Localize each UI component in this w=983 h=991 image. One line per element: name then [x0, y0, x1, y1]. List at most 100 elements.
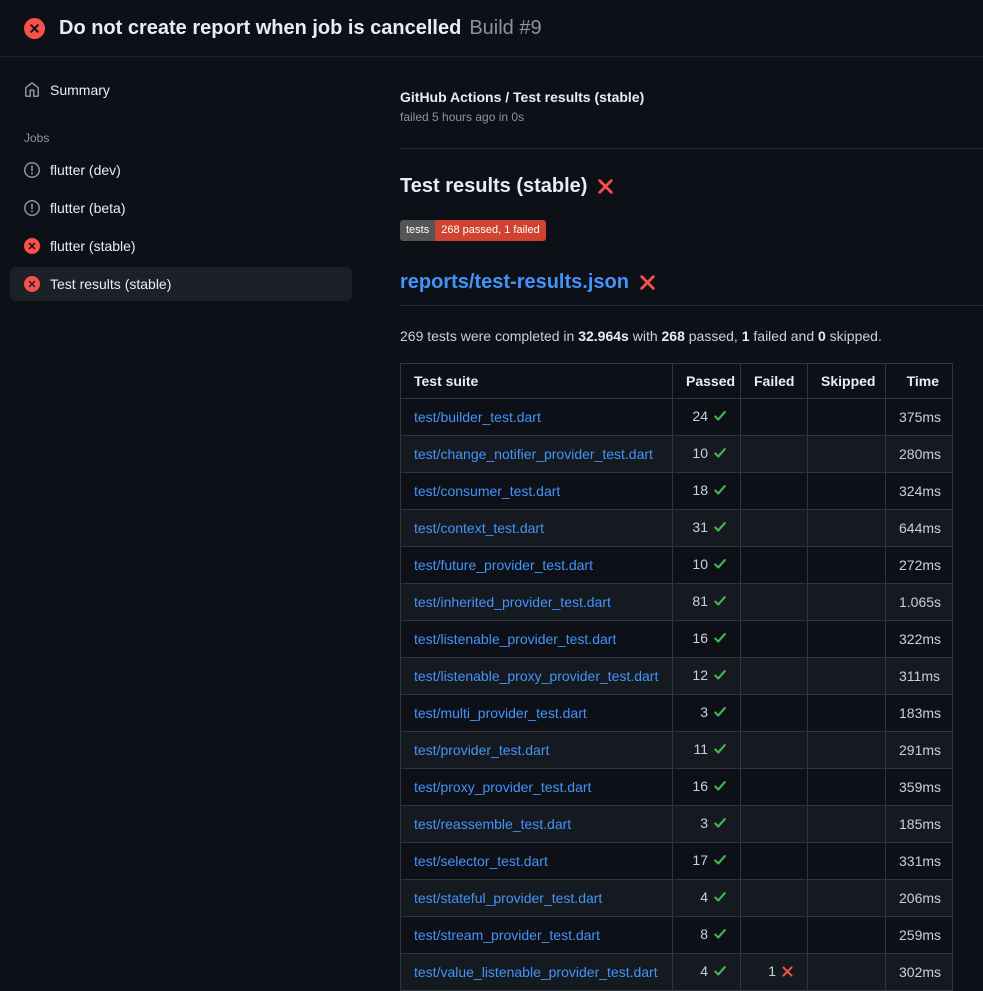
red-x-icon	[639, 274, 656, 291]
x-circle-icon	[24, 276, 40, 292]
suite-cell: test/listenable_proxy_provider_test.dart	[401, 658, 673, 695]
passed-count: 4	[700, 963, 708, 979]
failed-cell	[741, 843, 808, 880]
time-cell: 183ms	[886, 695, 953, 732]
col-skipped: Skipped	[808, 364, 886, 399]
passed-cell: 16	[673, 621, 741, 658]
build-number: Build #9	[469, 17, 541, 39]
passed-cell: 4	[673, 880, 741, 917]
test-suite-link[interactable]: test/reassemble_test.dart	[414, 816, 571, 832]
suite-cell: test/inherited_provider_test.dart	[401, 584, 673, 621]
time-cell: 324ms	[886, 473, 953, 510]
suite-cell: test/listenable_provider_test.dart	[401, 621, 673, 658]
suite-cell: test/consumer_test.dart	[401, 473, 673, 510]
time-cell: 291ms	[886, 732, 953, 769]
passed-cell: 16	[673, 769, 741, 806]
breadcrumb: GitHub Actions / Test results (stable)	[400, 89, 952, 105]
test-suite-link[interactable]: test/value_listenable_provider_test.dart	[414, 964, 658, 980]
test-suite-link[interactable]: test/change_notifier_provider_test.dart	[414, 446, 653, 462]
report-link[interactable]: reports/test-results.json	[400, 271, 629, 294]
skipped-cell	[808, 806, 886, 843]
summary-passed-count: 268	[662, 328, 685, 344]
table-row: test/provider_test.dart 11 291ms	[401, 732, 953, 769]
failed-cell	[741, 621, 808, 658]
skipped-cell	[808, 843, 886, 880]
section-title-text: Test results (stable)	[400, 175, 587, 198]
failed-cell	[741, 510, 808, 547]
test-suite-link[interactable]: test/provider_test.dart	[414, 742, 549, 758]
check-icon	[713, 742, 727, 760]
section-title: Test results (stable)	[400, 175, 952, 198]
passed-cell: 12	[673, 658, 741, 695]
skipped-cell	[808, 510, 886, 547]
passed-count: 24	[692, 408, 708, 424]
test-suite-link[interactable]: test/inherited_provider_test.dart	[414, 594, 611, 610]
sidebar-item-flutter-beta[interactable]: flutter (beta)	[10, 191, 352, 225]
failed-cell	[741, 806, 808, 843]
skipped-cell	[808, 658, 886, 695]
suite-cell: test/stateful_provider_test.dart	[401, 880, 673, 917]
sidebar-item-flutter-dev[interactable]: flutter (dev)	[10, 153, 352, 187]
skipped-cell	[808, 954, 886, 991]
test-suite-link[interactable]: test/consumer_test.dart	[414, 483, 560, 499]
x-circle-icon	[24, 18, 45, 39]
badge-value: 268 passed, 1 failed	[435, 220, 545, 241]
failed-cell	[741, 399, 808, 436]
sidebar-item-test-results-stable[interactable]: Test results (stable)	[10, 267, 352, 301]
summary-sentence: 269 tests were completed in 32.964s with…	[400, 326, 952, 346]
suite-cell: test/value_listenable_provider_test.dart	[401, 954, 673, 991]
sidebar-item-summary[interactable]: Summary	[10, 73, 352, 107]
table-row: test/reassemble_test.dart3185ms	[401, 806, 953, 843]
passed-count: 11	[693, 741, 708, 757]
skipped-cell	[808, 547, 886, 584]
skipped-cell	[808, 621, 886, 658]
jobs-list: flutter (dev) flutter (beta) flutter (stab…	[10, 153, 390, 301]
passed-cell: 24	[673, 399, 741, 436]
passed-cell: 11	[673, 732, 741, 769]
table-row: test/proxy_provider_test.dart 16 359ms	[401, 769, 953, 806]
time-cell: 302ms	[886, 954, 953, 991]
check-icon	[713, 594, 727, 612]
test-suite-link[interactable]: test/listenable_proxy_provider_test.dart	[414, 668, 658, 684]
check-icon	[713, 816, 727, 834]
sidebar-item-flutter-stable[interactable]: flutter (stable)	[10, 229, 352, 263]
suite-cell: test/proxy_provider_test.dart	[401, 769, 673, 806]
time-cell: 644ms	[886, 510, 953, 547]
time-cell: 280ms	[886, 436, 953, 473]
sidebar-item-label: Test results (stable)	[50, 276, 171, 292]
test-suite-link[interactable]: test/context_test.dart	[414, 520, 544, 536]
suite-cell: test/future_provider_test.dart	[401, 547, 673, 584]
sidebar-item-label: flutter (dev)	[50, 162, 121, 178]
time-cell: 331ms	[886, 843, 953, 880]
summary-text: skipped.	[826, 328, 882, 344]
passed-count: 16	[692, 630, 708, 646]
time-cell: 359ms	[886, 769, 953, 806]
table-row: test/future_provider_test.dart 10 272ms	[401, 547, 953, 584]
test-suite-link[interactable]: test/stateful_provider_test.dart	[414, 890, 602, 906]
test-suite-link[interactable]: test/multi_provider_test.dart	[414, 705, 587, 721]
passed-cell: 31	[673, 510, 741, 547]
summary-skipped-count: 0	[818, 328, 826, 344]
test-suite-link[interactable]: test/listenable_provider_test.dart	[414, 631, 616, 647]
time-cell: 259ms	[886, 917, 953, 954]
x-icon	[781, 964, 794, 982]
failed-cell: 1	[741, 954, 808, 991]
suite-cell: test/change_notifier_provider_test.dart	[401, 436, 673, 473]
tests-badge: tests 268 passed, 1 failed	[400, 220, 546, 241]
test-suite-link[interactable]: test/builder_test.dart	[414, 409, 541, 425]
check-icon	[713, 483, 727, 501]
failed-cell	[741, 658, 808, 695]
time-cell: 206ms	[886, 880, 953, 917]
test-suite-link[interactable]: test/selector_test.dart	[414, 853, 548, 869]
passed-cell: 10	[673, 547, 741, 584]
test-suite-link[interactable]: test/proxy_provider_test.dart	[414, 779, 591, 795]
passed-count: 8	[700, 926, 708, 942]
check-icon	[713, 446, 727, 464]
failed-cell	[741, 695, 808, 732]
test-suite-link[interactable]: test/stream_provider_test.dart	[414, 927, 600, 943]
failed-cell	[741, 880, 808, 917]
test-suite-link[interactable]: test/future_provider_test.dart	[414, 557, 593, 573]
time-cell: 272ms	[886, 547, 953, 584]
table-row: test/value_listenable_provider_test.dart…	[401, 954, 953, 991]
failed-cell	[741, 473, 808, 510]
